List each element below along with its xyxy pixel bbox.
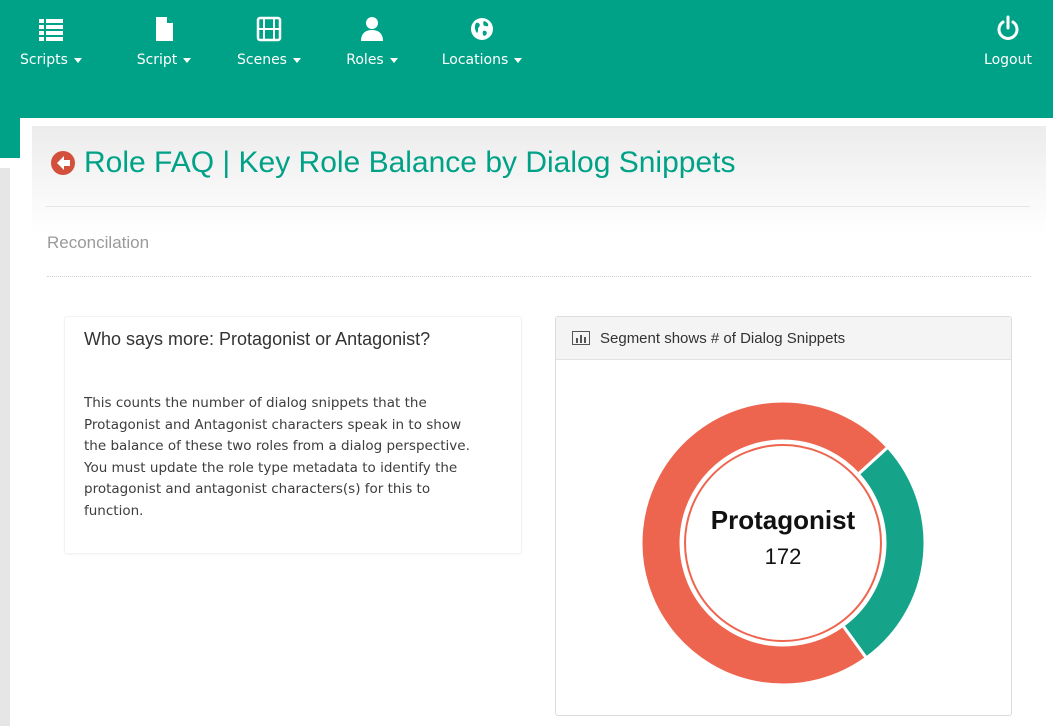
caret-down-icon <box>514 57 523 63</box>
sidebar-stub <box>0 118 20 158</box>
nav-logout[interactable]: Logout <box>970 14 1046 84</box>
chart-panel-header: Segment shows # of Dialog Snippets <box>556 317 1011 360</box>
caret-down-icon <box>183 57 192 63</box>
donut-chart: Protagonist 172 <box>639 399 927 687</box>
donut-center-label: Protagonist <box>711 505 856 535</box>
caret-down-icon <box>73 57 82 63</box>
sidebar-rail <box>0 168 10 726</box>
info-line: Protagonist and Antagonist characters sp… <box>84 416 462 433</box>
nav-scripts[interactable]: Scripts <box>6 14 96 84</box>
nav-scenes-label: Scenes <box>237 52 287 68</box>
document-icon <box>156 17 173 41</box>
donut-highlight-ring <box>684 444 882 642</box>
donut-slice-protagonist[interactable] <box>639 399 890 687</box>
section-divider <box>47 276 1031 277</box>
caret-down-icon <box>389 57 398 63</box>
info-line: protagonist and antagonist characters(s)… <box>84 481 431 497</box>
nav-scenes[interactable]: Scenes <box>230 14 308 84</box>
nav-scripts-label: Scripts <box>20 52 68 68</box>
film-icon <box>256 16 282 42</box>
info-panel: Who says more: Protagonist or Antagonist… <box>64 316 522 554</box>
info-line: This counts the number of dialog snippet… <box>84 395 427 411</box>
info-body: This counts the number of dialog snippet… <box>84 393 504 522</box>
info-line: You must update the role type metadata t… <box>84 459 458 476</box>
power-icon <box>997 15 1019 40</box>
page-subtitle: Reconcilation <box>47 233 150 252</box>
info-heading: Who says more: Protagonist or Antagonist… <box>84 329 431 349</box>
info-line: the balance of these two roles from a di… <box>84 438 470 454</box>
donut-slice-second[interactable] <box>840 445 927 661</box>
globe-icon <box>471 18 493 40</box>
info-line: function. <box>84 502 144 519</box>
bar-chart-icon <box>572 331 590 345</box>
top-navbar: Scripts Script Scenes Roles Locations Lo… <box>0 0 1053 118</box>
content-card: Role FAQ | Key Role Balance by Dialog Sn… <box>32 126 1046 726</box>
donut-center-value: 172 <box>765 544 802 569</box>
back-arrow-icon[interactable] <box>50 150 76 176</box>
title-divider <box>46 206 1030 207</box>
nav-locations-label: Locations <box>441 52 509 68</box>
page-title-text: Role FAQ | Key Role Balance by Dialog Sn… <box>84 146 736 179</box>
nav-roles[interactable]: Roles <box>336 14 408 84</box>
chart-panel: Segment shows # of Dialog Snippets Prota… <box>555 316 1012 716</box>
list-icon <box>39 19 63 41</box>
nav-script[interactable]: Script <box>126 14 202 84</box>
chart-panel-title: Segment shows # of Dialog Snippets <box>600 329 846 347</box>
user-icon <box>361 17 383 41</box>
page-title: Role FAQ | Key Role Balance by Dialog Sn… <box>50 146 735 180</box>
title-band: Role FAQ | Key Role Balance by Dialog Sn… <box>32 126 1046 234</box>
nav-script-label: Script <box>136 52 178 68</box>
caret-down-icon <box>292 57 301 63</box>
nav-roles-label: Roles <box>346 52 384 68</box>
nav-locations[interactable]: Locations <box>432 14 532 84</box>
logout-label: Logout <box>984 52 1032 68</box>
